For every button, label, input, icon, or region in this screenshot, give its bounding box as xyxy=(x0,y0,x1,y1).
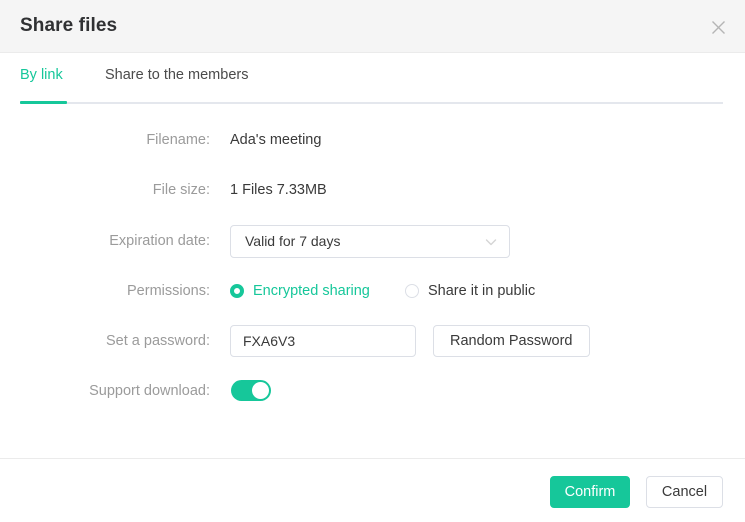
expiration-date-label: Expiration date: xyxy=(0,225,210,257)
tab-share-to-members[interactable]: Share to the members xyxy=(105,67,248,83)
expiration-date-select[interactable]: Valid for 7 days xyxy=(230,225,510,258)
toggle-knob xyxy=(252,382,269,399)
radio-encrypted-sharing[interactable]: Encrypted sharing xyxy=(230,275,370,307)
tab-by-link[interactable]: By link xyxy=(20,67,63,83)
dialog-footer: Confirm Cancel xyxy=(0,458,745,522)
row-set-password: Set a password: Random Password xyxy=(0,325,745,357)
row-support-download: Support download: xyxy=(0,375,745,407)
confirm-button[interactable]: Confirm xyxy=(550,476,630,508)
tab-bar: By link Share to the members xyxy=(0,53,745,105)
radio-encrypted-sharing-label: Encrypted sharing xyxy=(253,283,370,299)
file-size-label: File size: xyxy=(0,174,210,206)
tab-bar-underline xyxy=(20,102,723,104)
page-title: Share files xyxy=(20,15,117,37)
filename-label: Filename: xyxy=(0,124,210,156)
file-size-value: 1 Files 7.33MB xyxy=(230,174,327,206)
set-password-label: Set a password: xyxy=(0,325,210,357)
dialog-header: Share files xyxy=(0,0,745,53)
close-glyph xyxy=(711,20,726,35)
tab-active-indicator xyxy=(20,101,67,104)
radio-share-in-public-label: Share it in public xyxy=(428,283,535,299)
row-permissions: Permissions: Encrypted sharing Share it … xyxy=(0,275,745,307)
password-input[interactable] xyxy=(230,325,416,357)
close-icon[interactable] xyxy=(705,14,731,40)
permissions-label: Permissions: xyxy=(0,275,210,307)
radio-unselected-icon xyxy=(405,284,419,298)
radio-selected-icon xyxy=(230,284,244,298)
random-password-button[interactable]: Random Password xyxy=(433,325,590,357)
expiration-date-selected-value: Valid for 7 days xyxy=(245,226,340,257)
chevron-down-glyph xyxy=(483,234,499,250)
filename-value: Ada's meeting xyxy=(230,124,321,156)
row-filename: Filename: Ada's meeting xyxy=(0,124,745,156)
cancel-button[interactable]: Cancel xyxy=(646,476,723,508)
share-files-dialog: Share files By link Share to the members… xyxy=(0,0,745,522)
row-expiration-date: Expiration date: Valid for 7 days xyxy=(0,225,745,257)
support-download-label: Support download: xyxy=(0,375,210,407)
chevron-down-icon xyxy=(483,234,499,250)
row-file-size: File size: 1 Files 7.33MB xyxy=(0,174,745,206)
support-download-toggle[interactable] xyxy=(231,380,271,401)
radio-share-in-public[interactable]: Share it in public xyxy=(405,275,535,307)
